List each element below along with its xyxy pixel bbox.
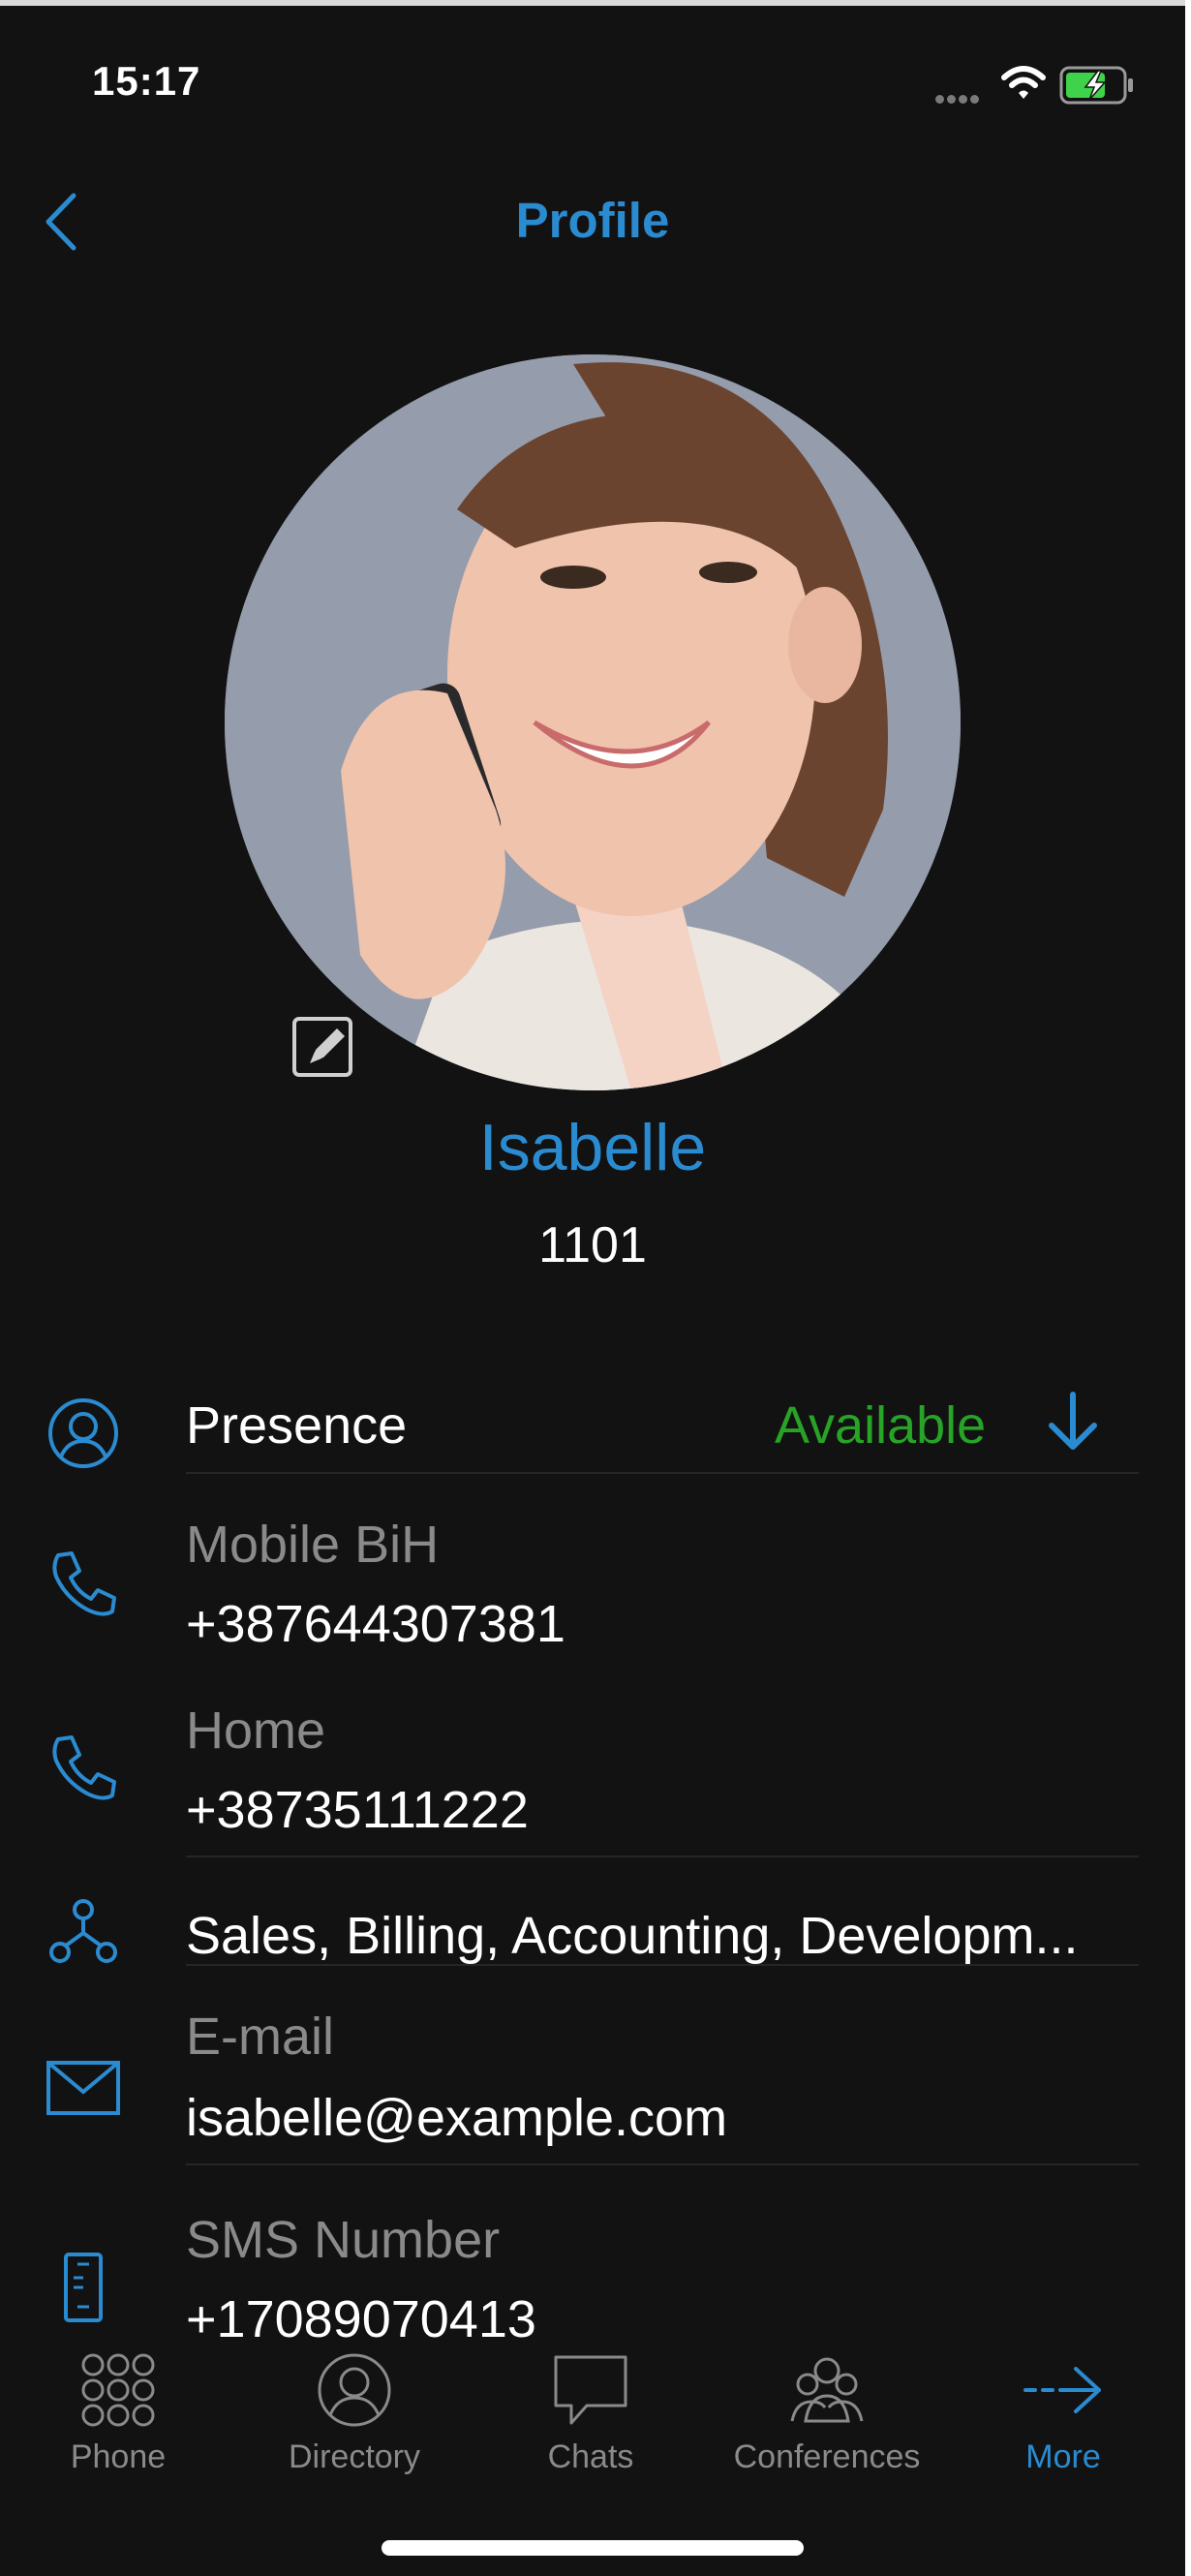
battery-charging-icon <box>1059 66 1133 105</box>
profile-name: Isabelle <box>478 1111 707 1184</box>
cellular-signal-icon <box>935 91 982 108</box>
departments-value: Sales, Billing, Accounting, Developm... <box>186 1907 1079 1965</box>
tab-phone-label: Phone <box>70 2438 167 2475</box>
org-structure-icon <box>49 1899 117 1963</box>
tab-conferences[interactable]: Conferences <box>709 2351 945 2497</box>
tab-more[interactable]: More <box>945 2351 1181 2497</box>
home-indicator <box>382 2540 804 2556</box>
phone-icon <box>52 1735 116 1800</box>
avatar-photo <box>225 354 961 1090</box>
email-label: E-mail <box>186 2008 335 2066</box>
divider <box>186 2163 1139 2165</box>
edit-photo-icon[interactable] <box>290 1013 358 1081</box>
presence-label: Presence <box>186 1396 408 1455</box>
mobile-label: Mobile BiH <box>186 1516 440 1574</box>
divider <box>186 1964 1139 1966</box>
chat-bubble-icon <box>554 2355 627 2425</box>
status-time: 15:17 <box>92 58 201 104</box>
tab-phone[interactable]: Phone <box>0 2351 236 2497</box>
arrow-right-icon <box>1023 2367 1101 2413</box>
profile-screen: 15:17 Profile Isabelle 1101 Presence Ava… <box>0 0 1185 2576</box>
keypad-icon <box>81 2353 155 2427</box>
sms-label: SMS Number <box>186 2211 501 2269</box>
tab-chats[interactable]: Chats <box>473 2351 709 2497</box>
phone-icon <box>52 1551 116 1616</box>
divider <box>186 1472 1139 1474</box>
group-icon <box>790 2357 864 2423</box>
profile-extension: 1101 <box>538 1217 647 1273</box>
arrow-down-icon[interactable] <box>1044 1389 1102 1457</box>
screen-edge <box>1185 0 1191 2576</box>
person-circle-icon <box>318 2353 391 2427</box>
envelope-icon <box>46 2061 120 2115</box>
profile-details-list: Presence Available Mobile BiH +387644307… <box>0 1371 1185 2340</box>
tab-directory[interactable]: Directory <box>236 2351 473 2497</box>
sms-number[interactable]: +17089070413 <box>186 2289 536 2340</box>
mobile-device-icon <box>64 2253 103 2322</box>
tab-chats-label: Chats <box>547 2438 634 2475</box>
page-title: Profile <box>515 193 670 248</box>
tab-directory-label: Directory <box>288 2438 421 2475</box>
home-label: Home <box>186 1702 326 1760</box>
mobile-number[interactable]: +387644307381 <box>186 1594 565 1654</box>
tab-more-label: More <box>1025 2438 1101 2475</box>
tab-conferences-label: Conferences <box>733 2438 921 2475</box>
home-number[interactable]: +38735111222 <box>186 1780 529 1840</box>
email-value[interactable]: isabelle@example.com <box>186 2088 727 2148</box>
profile-avatar[interactable] <box>225 354 961 1090</box>
divider <box>186 1855 1139 1857</box>
presence-status: Available <box>775 1396 987 1455</box>
presence-person-icon <box>48 1398 118 1468</box>
wifi-icon <box>1001 66 1046 99</box>
